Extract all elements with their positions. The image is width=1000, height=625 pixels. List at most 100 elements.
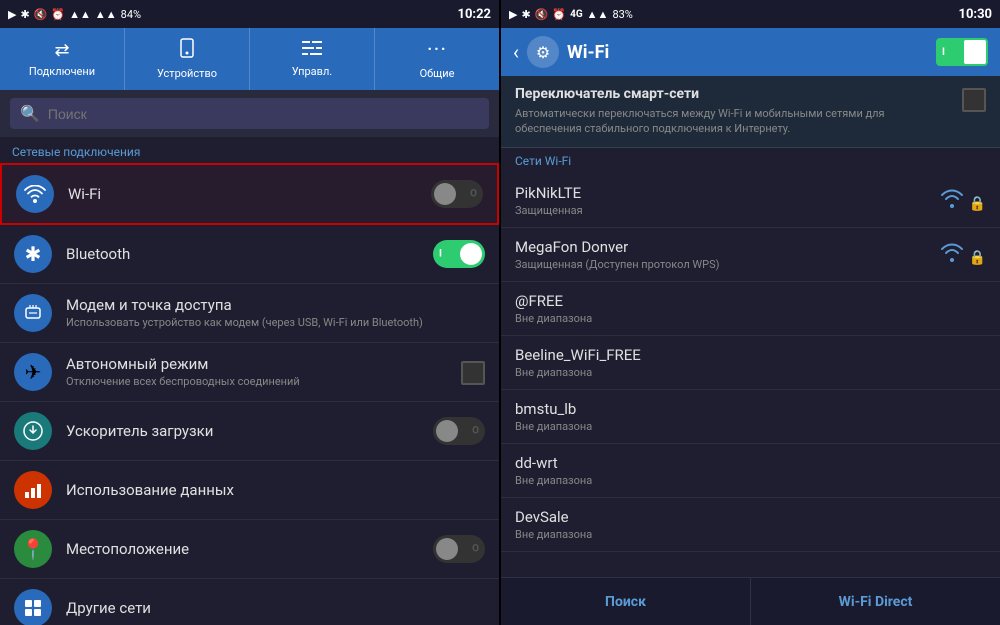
wifi-network-megafon-name: MegaFon Donver: [515, 238, 939, 256]
airplane-title: Автономный режим: [66, 355, 461, 373]
datausage-icon: [14, 471, 52, 509]
mute-icon: 🔇: [34, 8, 48, 21]
tab-connections-label: Подключени: [29, 65, 95, 78]
setting-item-location[interactable]: 📍 Местоположение O: [0, 520, 499, 579]
wifi-network-devsale-text: DevSale Вне диапазона: [515, 508, 986, 541]
wifi-bottom-bar: Поиск Wi-Fi Direct: [501, 577, 1000, 625]
location-toggle[interactable]: O: [433, 535, 485, 563]
setting-item-modem[interactable]: Модем и точка доступа Использовать устро…: [0, 284, 499, 343]
status-icons-right: ▶ ✱ 🔇 ⏰ 4G ▲▲ 83%: [509, 8, 633, 21]
wifi-network-bmstu[interactable]: bmstu_lb Вне диапазона: [501, 390, 1000, 444]
wifi-network-beeline-name: Beeline_WiFi_FREE: [515, 346, 986, 364]
wifi-header-toggle[interactable]: I: [936, 38, 988, 66]
wifi-network-devsale-status: Вне диапазона: [515, 528, 986, 541]
wifi-network-bmstu-name: bmstu_lb: [515, 400, 986, 418]
battery-percent-left: 84%: [121, 8, 141, 21]
setting-item-datausage[interactable]: Использование данных: [0, 461, 499, 520]
search-input[interactable]: [48, 106, 479, 122]
wifi-search-button[interactable]: Поиск: [501, 578, 751, 625]
download-setting-text: Ускоритель загрузки: [66, 422, 433, 440]
left-panel: ▶ ✱ 🔇 ⏰ ▲▲ ▲▲ 84% 10:22 ⇄ Подключени Уст…: [0, 0, 499, 625]
tab-device-label: Устройство: [157, 67, 217, 80]
wifi-network-bmstu-status: Вне диапазона: [515, 420, 986, 433]
tab-device-icon: [177, 38, 197, 63]
wifi-header: ‹ ⚙ Wi-Fi I: [501, 28, 1000, 76]
signal-icon: ▲▲: [69, 8, 91, 21]
signal2-icon: ▲▲: [95, 8, 117, 21]
tab-general-label: Общие: [420, 67, 455, 80]
wifi-section-header: Сети Wi-Fi: [501, 148, 1000, 174]
smart-network-desc: Автоматически переключаться между Wi-Fi …: [515, 106, 952, 137]
airplane-setting-text: Автономный режим Отключение всех беспров…: [66, 355, 461, 389]
alarm-icon: ⏰: [51, 8, 65, 21]
status-time-left: 10:22: [458, 7, 492, 22]
tab-device[interactable]: Устройство: [125, 28, 250, 90]
wifi-direct-button[interactable]: Wi-Fi Direct: [751, 578, 1000, 625]
status-icons-left: ▶ ✱ 🔇 ⏰ ▲▲ ▲▲ 84%: [8, 8, 141, 21]
wifi-network-beeline-text: Beeline_WiFi_FREE Вне диапазона: [515, 346, 986, 379]
r-play-icon: ▶: [509, 8, 517, 21]
download-title: Ускоритель загрузки: [66, 422, 433, 440]
location-icon: 📍: [14, 530, 52, 568]
wifi-network-ddwrt-status: Вне диапазона: [515, 474, 986, 487]
wifi-network-atfree-status: Вне диапазона: [515, 312, 986, 325]
bluetooth-toggle[interactable]: I: [433, 240, 485, 268]
setting-item-wifi[interactable]: Wi-Fi O: [0, 163, 499, 225]
smart-network-checkbox[interactable]: [962, 88, 986, 112]
wifi-network-atfree[interactable]: @FREE Вне диапазона: [501, 282, 1000, 336]
wifi-header-title: Wi-Fi: [567, 42, 928, 63]
othernets-setting-text: Другие сети: [66, 599, 485, 617]
airplane-checkbox[interactable]: [461, 361, 485, 385]
setting-item-download[interactable]: Ускоритель загрузки O: [0, 402, 499, 461]
wifi-toggle-slider: [964, 40, 986, 64]
bluetooth-status-icon: ✱: [20, 8, 29, 21]
wifi-toggle-label: I: [942, 47, 945, 58]
wifi-title: Wi-Fi: [68, 185, 431, 203]
setting-item-othernets[interactable]: Другие сети: [0, 579, 499, 625]
othernets-title: Другие сети: [66, 599, 485, 617]
tab-general[interactable]: ··· Общие: [375, 28, 499, 90]
location-title: Местоположение: [66, 540, 433, 558]
r-mute-icon: 🔇: [535, 8, 549, 21]
wifi-toggle[interactable]: O: [431, 180, 483, 208]
airplane-subtitle: Отключение всех беспроводных соединений: [66, 375, 461, 389]
wifi-network-ddwrt[interactable]: dd-wrt Вне диапазона: [501, 444, 1000, 498]
download-toggle[interactable]: O: [433, 417, 485, 445]
tab-connections[interactable]: ⇄ Подключени: [0, 28, 125, 90]
modem-setting-text: Модем и точка доступа Использовать устро…: [66, 296, 485, 330]
wifi-network-devsale-name: DevSale: [515, 508, 986, 526]
smart-network-title: Переключатель смарт-сети: [515, 86, 952, 102]
wifi-network-pikniklte-name: PikNikLTE: [515, 184, 939, 202]
wifi-setting-text: Wi-Fi: [68, 185, 431, 203]
setting-item-airplane[interactable]: ✈ Автономный режим Отключение всех беспр…: [0, 343, 499, 402]
wifi-network-megafon[interactable]: MegaFon Donver Защищенная (Доступен прот…: [501, 228, 1000, 282]
wifi-network-devsale[interactable]: DevSale Вне диапазона: [501, 498, 1000, 552]
section-header-connections: Сетевые подключения: [0, 137, 499, 163]
status-bar-right: ▶ ✱ 🔇 ⏰ 4G ▲▲ 83% 10:30: [501, 0, 1000, 28]
airplane-icon: ✈: [14, 353, 52, 391]
status-time-right: 10:30: [959, 7, 993, 22]
wifi-network-pikniklte-text: PikNikLTE Защищенная: [515, 184, 939, 217]
modem-title: Модем и точка доступа: [66, 296, 485, 314]
datausage-title: Использование данных: [66, 481, 485, 499]
wifi-network-bmstu-text: bmstu_lb Вне диапазона: [515, 400, 986, 433]
wifi-network-beeline[interactable]: Beeline_WiFi_FREE Вне диапазона: [501, 336, 1000, 390]
tab-controls-label: Управл.: [292, 65, 332, 78]
setting-item-bluetooth[interactable]: ✱ Bluetooth I: [0, 225, 499, 284]
wifi-network-pikniklte[interactable]: PikNikLTE Защищенная 🔒: [501, 174, 1000, 228]
tab-controls[interactable]: Управл.: [250, 28, 375, 90]
wifi-network-list: PikNikLTE Защищенная 🔒 MegaFon Donver За…: [501, 174, 1000, 577]
wifi-network-ddwrt-name: dd-wrt: [515, 454, 986, 472]
wifi-network-ddwrt-text: dd-wrt Вне диапазона: [515, 454, 986, 487]
tab-general-icon: ···: [427, 38, 447, 63]
search-bar: 🔍: [0, 90, 499, 137]
search-input-box[interactable]: 🔍: [10, 98, 489, 129]
back-button[interactable]: ‹: [513, 40, 519, 64]
status-bar-left: ▶ ✱ 🔇 ⏰ ▲▲ ▲▲ 84% 10:22: [0, 0, 499, 28]
search-icon: 🔍: [20, 104, 40, 123]
r-battery-percent: 83%: [612, 8, 632, 21]
wifi-signal-megafon: 🔒: [939, 242, 986, 266]
bluetooth-title: Bluetooth: [66, 245, 433, 263]
tab-connections-icon: ⇄: [54, 40, 69, 61]
wifi-gear-icon[interactable]: ⚙: [527, 36, 559, 68]
